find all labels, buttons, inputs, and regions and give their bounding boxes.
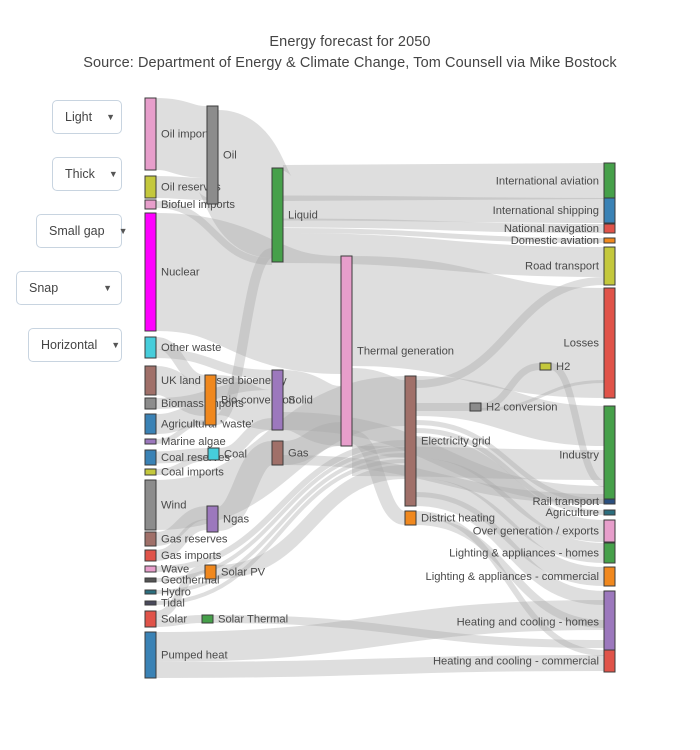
node-rect[interactable] xyxy=(204,564,217,580)
node-rect[interactable] xyxy=(539,362,552,371)
node-rect[interactable] xyxy=(144,438,157,445)
node-label: Gas reserves xyxy=(161,533,228,545)
node-rect[interactable] xyxy=(603,405,616,505)
node-label: Biofuel imports xyxy=(161,199,235,211)
node-rect[interactable] xyxy=(603,223,616,234)
node-label: Agriculture xyxy=(546,507,599,519)
node-rect[interactable] xyxy=(603,498,616,505)
node-rect[interactable] xyxy=(144,413,157,435)
node-rect[interactable] xyxy=(469,402,482,412)
node-label: Liquid xyxy=(288,209,318,221)
node-label: Gas imports xyxy=(161,550,222,562)
node-label: H2 xyxy=(556,361,570,373)
node-label: Industry xyxy=(559,449,599,461)
node-label: Coal reserves xyxy=(161,452,230,464)
sankey-node-agriculture[interactable]: Agriculture xyxy=(546,507,616,519)
node-label: Ngas xyxy=(223,513,250,525)
node-rect[interactable] xyxy=(144,479,157,531)
node-rect[interactable] xyxy=(144,549,157,562)
node-label: Oil xyxy=(223,149,237,161)
node-label: Nuclear xyxy=(161,266,200,278)
node-label: Lighting & appliances - homes xyxy=(449,547,599,559)
node-label: Over generation / exports xyxy=(473,525,600,537)
node-rect[interactable] xyxy=(144,336,157,359)
node-rect[interactable] xyxy=(271,167,284,263)
node-rect[interactable] xyxy=(144,449,157,466)
node-rect[interactable] xyxy=(340,255,353,447)
node-label: Pumped heat xyxy=(161,649,228,661)
node-rect[interactable] xyxy=(603,542,616,564)
node-rect[interactable] xyxy=(144,175,157,199)
node-rect[interactable] xyxy=(204,374,217,426)
node-label: Gas xyxy=(288,447,309,459)
node-label: Solar Thermal xyxy=(218,613,288,625)
node-label: Solar xyxy=(161,613,187,625)
node-rect[interactable] xyxy=(603,509,616,516)
node-rect[interactable] xyxy=(206,105,219,205)
node-rect[interactable] xyxy=(144,397,157,410)
node-rect[interactable] xyxy=(144,600,157,606)
sankey-node-national_navigation[interactable]: National navigation xyxy=(504,223,616,235)
sankey-page: Energy forecast for 2050 Source: Departm… xyxy=(0,0,700,750)
node-label: Lighting & appliances - commercial xyxy=(426,571,600,583)
node-rect[interactable] xyxy=(144,577,157,583)
sankey-node-solar[interactable]: Solar xyxy=(144,610,187,628)
node-rect[interactable] xyxy=(144,365,157,396)
node-rect[interactable] xyxy=(144,199,157,210)
node-rect[interactable] xyxy=(144,97,157,171)
node-label: National navigation xyxy=(504,223,599,235)
node-label: Wind xyxy=(161,499,187,511)
node-rect[interactable] xyxy=(144,589,157,595)
node-rect[interactable] xyxy=(603,519,616,543)
sankey-node-coal[interactable]: Coal xyxy=(207,447,247,461)
sankey-node-tidal[interactable]: Tidal xyxy=(144,597,185,609)
node-rect[interactable] xyxy=(144,565,157,573)
node-label: International shipping xyxy=(493,205,599,217)
node-rect[interactable] xyxy=(603,162,616,200)
node-label: Coal xyxy=(224,448,247,460)
node-rect[interactable] xyxy=(206,505,219,533)
node-rect[interactable] xyxy=(603,246,616,286)
sankey-node-solar_pv[interactable]: Solar PV xyxy=(204,564,266,580)
node-rect[interactable] xyxy=(201,614,214,624)
node-label: Road transport xyxy=(525,260,600,272)
node-label: Bio-conversion xyxy=(221,394,295,406)
node-label: H2 conversion xyxy=(486,401,558,413)
node-label: Tidal xyxy=(161,597,185,609)
node-rect[interactable] xyxy=(404,510,417,526)
node-label: Electricity grid xyxy=(421,435,491,447)
node-rect[interactable] xyxy=(603,287,616,399)
node-label: Thermal generation xyxy=(357,345,454,357)
node-rect[interactable] xyxy=(603,649,616,673)
sankey-link[interactable] xyxy=(350,368,407,458)
node-label: Domestic aviation xyxy=(511,235,599,247)
node-rect[interactable] xyxy=(207,447,220,461)
node-label: Other waste xyxy=(161,342,221,354)
node-rect[interactable] xyxy=(603,197,616,224)
sankey-diagram: Oil importsOil reservesBiofuel importsNu… xyxy=(144,97,616,679)
node-rect[interactable] xyxy=(603,237,616,244)
node-label: Solid xyxy=(288,394,313,406)
node-rect[interactable] xyxy=(404,375,417,507)
node-label: Solar PV xyxy=(221,566,266,578)
node-rect[interactable] xyxy=(271,369,284,431)
node-label: UK land based bioenergy xyxy=(161,375,287,387)
node-rect[interactable] xyxy=(144,610,157,628)
node-rect[interactable] xyxy=(603,566,616,587)
node-rect[interactable] xyxy=(144,531,157,547)
node-label: Heating and cooling - commercial xyxy=(433,655,599,667)
node-rect[interactable] xyxy=(603,590,616,654)
node-label: District heating xyxy=(421,512,495,524)
node-rect[interactable] xyxy=(144,631,157,679)
node-label: Heating and cooling - homes xyxy=(457,616,600,628)
node-rect[interactable] xyxy=(271,440,284,466)
node-label: International aviation xyxy=(496,175,599,187)
node-rect[interactable] xyxy=(144,212,157,332)
node-rect[interactable] xyxy=(144,468,157,476)
node-label: Marine algae xyxy=(161,436,226,448)
node-label: Losses xyxy=(564,337,600,349)
node-label: Coal imports xyxy=(161,466,224,478)
